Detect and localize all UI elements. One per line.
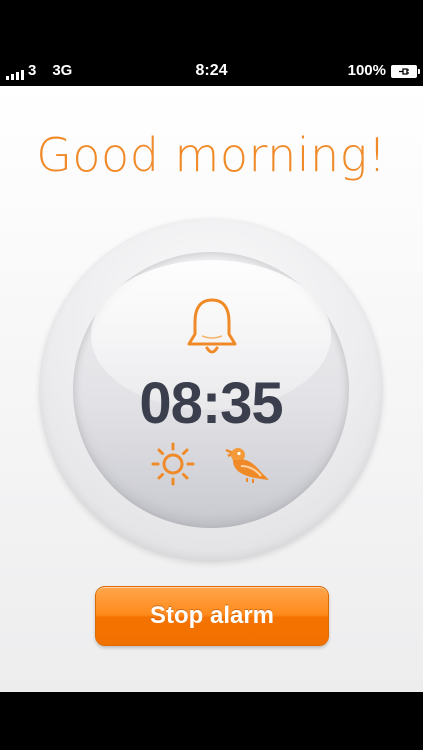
alarm-screen: Good morning! 08:35 Stop alarm bbox=[0, 86, 423, 692]
sun-icon bbox=[151, 442, 195, 486]
alarm-dial: 08:35 bbox=[39, 218, 383, 562]
bird-icon bbox=[225, 448, 269, 483]
stop-alarm-button[interactable]: Stop alarm bbox=[95, 586, 329, 646]
greeting-title: Good morning! bbox=[36, 128, 387, 182]
status-bar: 3 3G 8:24 100% bbox=[0, 0, 423, 86]
battery-icon bbox=[391, 64, 420, 78]
alarm-dial-face: 08:35 bbox=[73, 252, 349, 528]
battery-percent: 100% bbox=[347, 62, 386, 79]
charging-plug-icon bbox=[399, 67, 409, 75]
alarm-time: 08:35 bbox=[139, 371, 283, 436]
status-right: 100% bbox=[347, 62, 420, 80]
bell-icon bbox=[187, 298, 237, 354]
